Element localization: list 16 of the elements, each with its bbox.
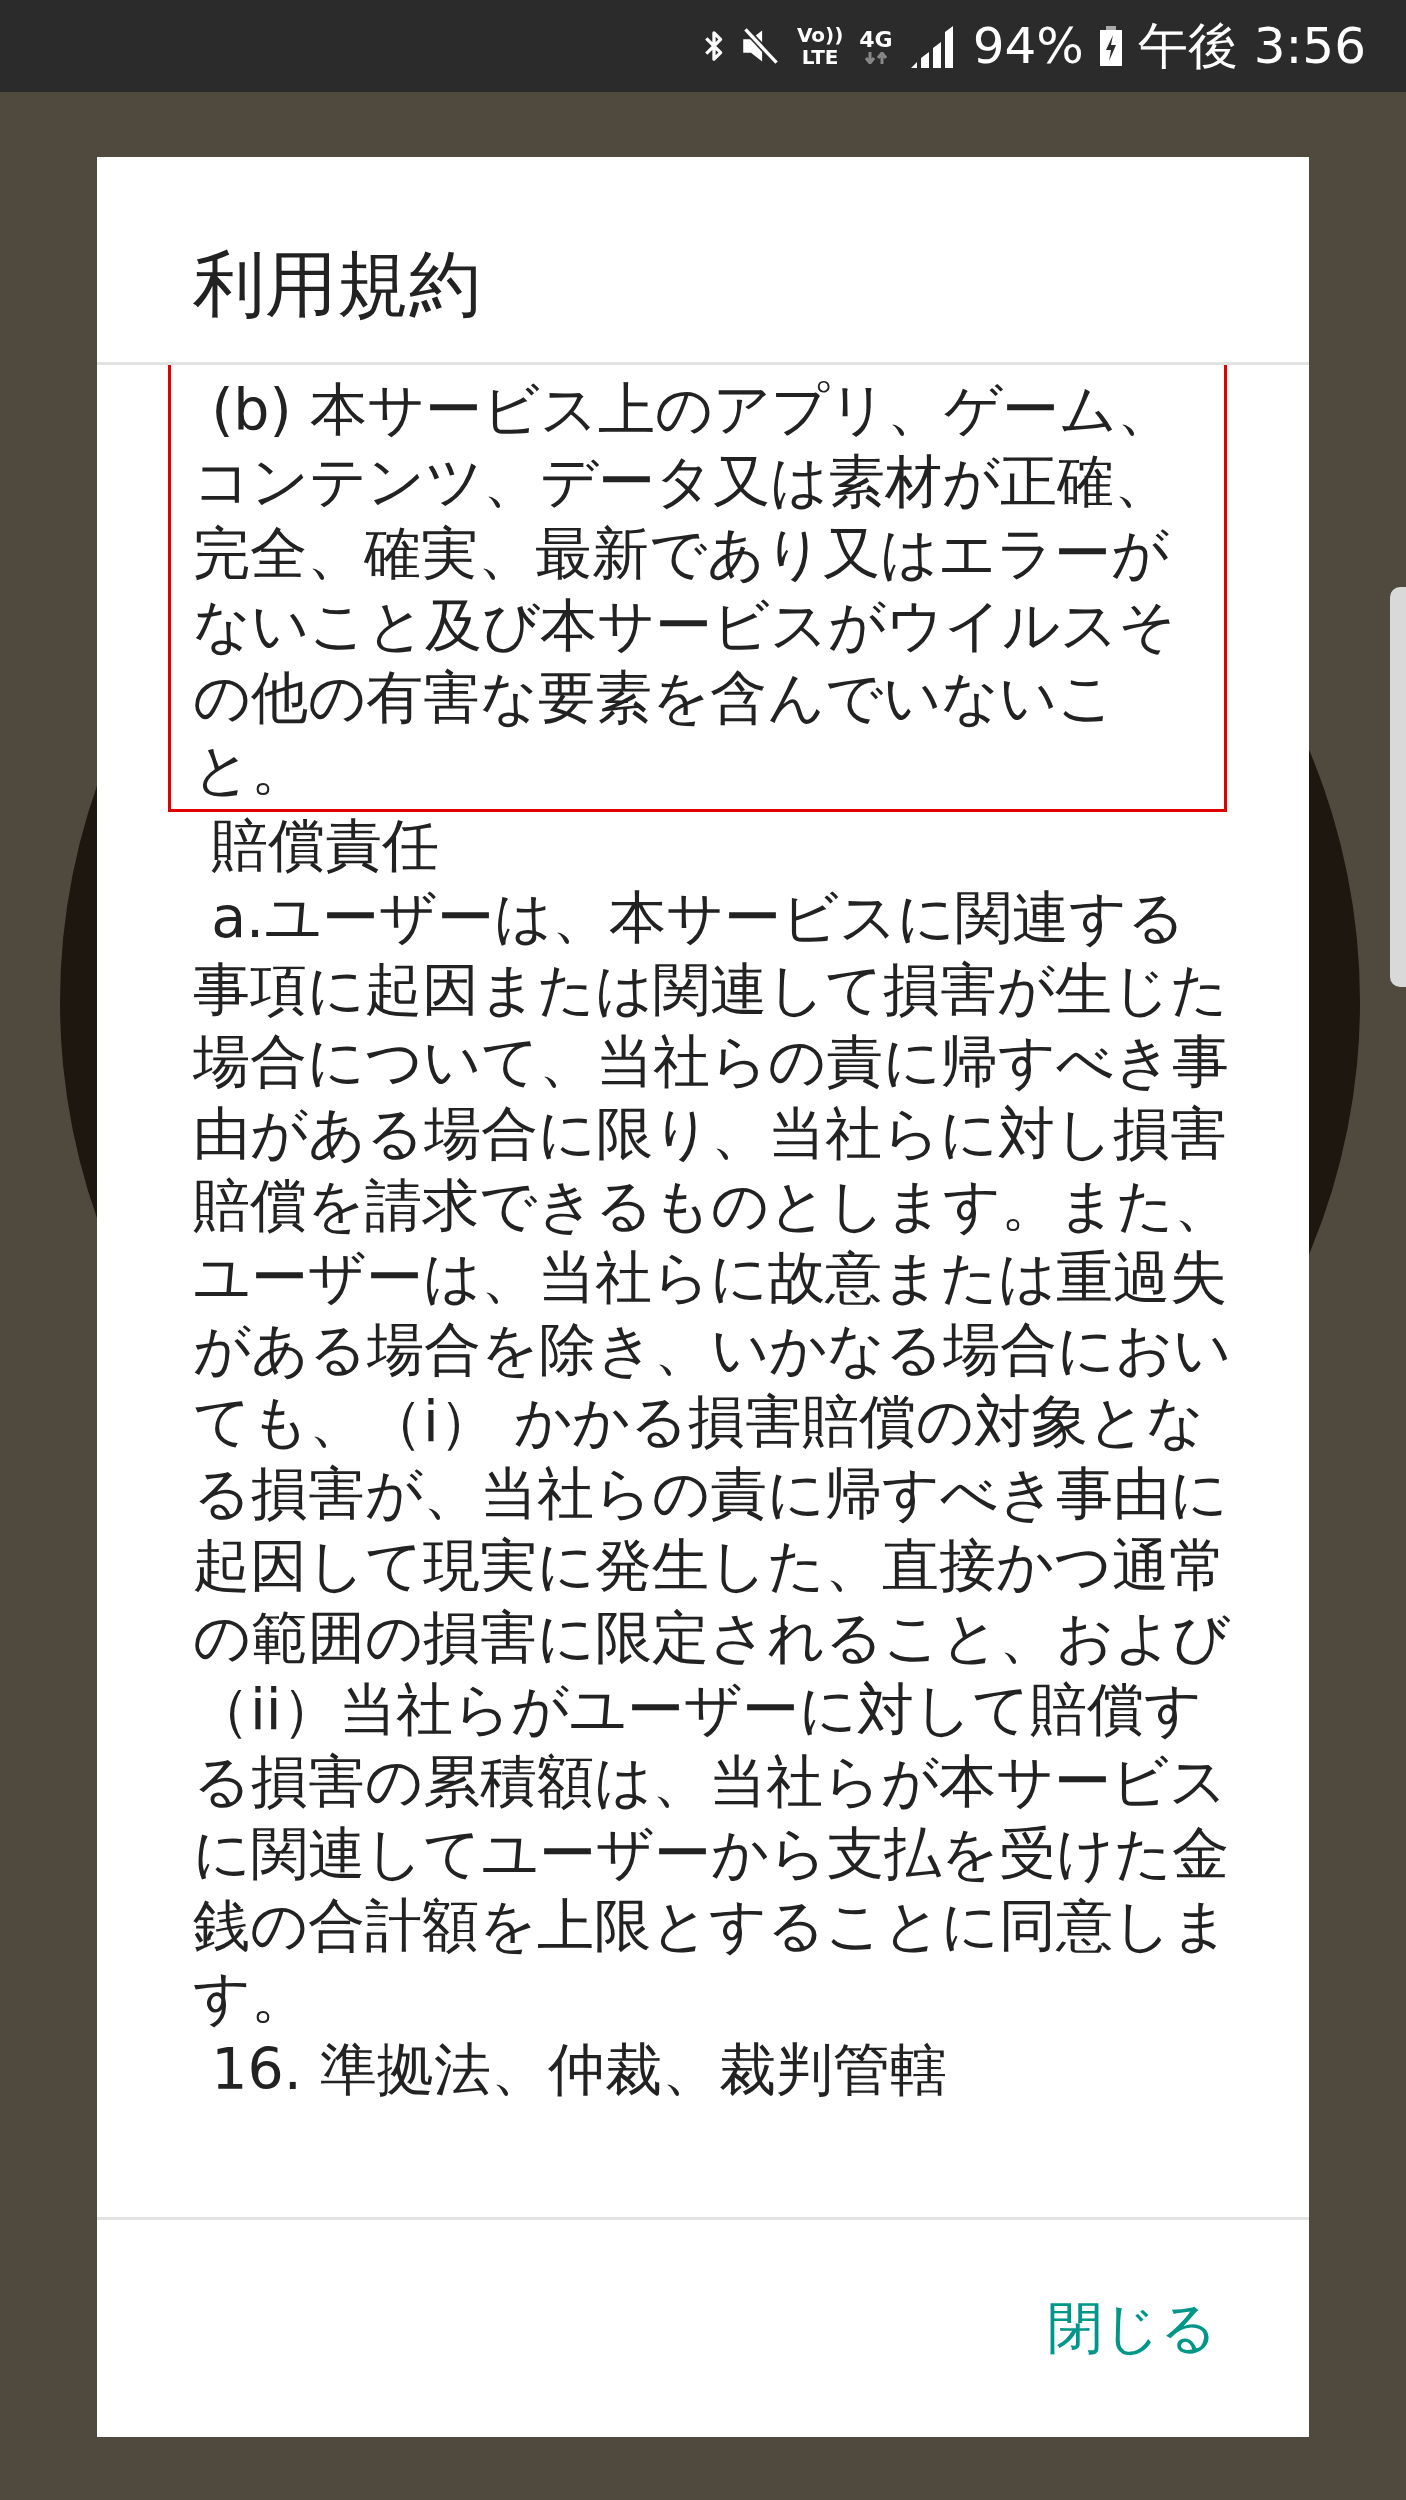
battery-percent: 94%	[972, 17, 1084, 75]
battery-charging-icon	[1099, 26, 1122, 66]
bluetooth-icon	[702, 28, 725, 64]
volte-label: LTE	[801, 46, 839, 68]
dialog-title: 利用規約	[97, 157, 1309, 365]
terms-paragraph: (b) 本サービス上のアプリ、ゲーム、コンテンツ、データ又は素材が正確、完全、確実、最新であり又はエラーがないこと及び本サービスがウイルスその他の有害な要素を含んでいないこと。	[171, 365, 1224, 809]
close-button[interactable]: 閉じる	[1035, 2280, 1229, 2377]
clock: 午後 3:56	[1137, 15, 1366, 77]
network-type-label: 4G	[859, 28, 893, 52]
data-arrows-icon	[864, 52, 888, 64]
terms-paragraph: a.ユーザーは、本サービスに関連する事項に起因または関連して損害が生じた場合について、当社らの責に帰すべき事由がある場合に限り、当社らに対し損害賠償を請求できるものとします。また、ユーザーは、当社らに故意または重過失がある場合を除き、いかなる場合においても、（i） かかる損害賠償の対象となる損害が、当社らの責に帰すべき事由に起因して現実に発生した、直接かつ通常の範囲の損害に限定されること、および（ii）当社らがユーザーに対して賠償する損害の累積額は、当社らが本サービスに関連してユーザーから支払を受けた金銭の合計額を上限とすることに同意します。	[193, 883, 1232, 2032]
terms-paragraph: 賠償責任	[210, 811, 441, 880]
muted-speaker-icon	[740, 27, 781, 65]
volte-label: Vo))	[796, 24, 844, 46]
terms-paragraph: 16. 準拠法、仲裁、裁判管轄	[210, 2035, 948, 2104]
edge-handle[interactable]	[1390, 587, 1406, 987]
